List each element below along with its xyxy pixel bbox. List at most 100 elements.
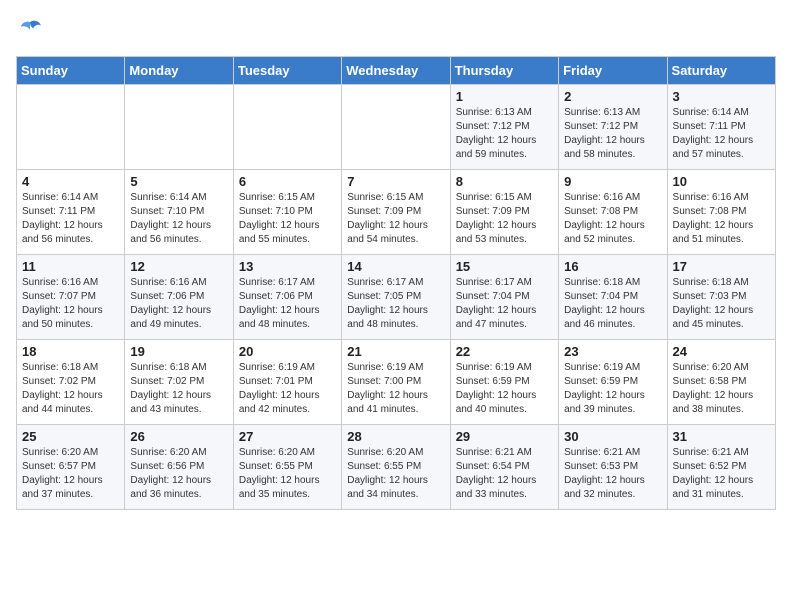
calendar-cell: 31 Sunrise: 6:21 AM Sunset: 6:52 PM Dayli…: [667, 425, 775, 510]
calendar-cell: 14 Sunrise: 6:17 AM Sunset: 7:05 PM Dayli…: [342, 255, 450, 340]
day-number: 13: [239, 259, 336, 274]
day-number: 7: [347, 174, 444, 189]
calendar-cell: 23Sunrise: 6:19 AM Sunset: 6:59 PM Dayli…: [559, 340, 667, 425]
calendar-cell: 2 Sunrise: 6:13 AM Sunset: 7:12 PM Daylig…: [559, 85, 667, 170]
day-info: Sunrise: 6:15 AM Sunset: 7:09 PM Dayligh…: [456, 191, 553, 247]
day-info: Sunrise: 6:20 AM Sunset: 6:55 PM Dayligh…: [239, 446, 336, 502]
day-number: 23: [564, 344, 661, 359]
calendar-cell: 15 Sunrise: 6:17 AM Sunset: 7:04 PM Dayli…: [450, 255, 558, 340]
calendar-cell: [233, 85, 341, 170]
day-number: 1: [456, 89, 553, 104]
day-info: Sunrise: 6:20 AM Sunset: 6:58 PM Dayligh…: [673, 361, 770, 417]
calendar-cell: 21 Sunrise: 6:19 AM Sunset: 7:00 PM Dayli…: [342, 340, 450, 425]
day-info: Sunrise: 6:20 AM Sunset: 6:55 PM Dayligh…: [347, 446, 444, 502]
calendar-cell: 11 Sunrise: 6:16 AM Sunset: 7:07 PM Dayli…: [17, 255, 125, 340]
day-of-week-header: Wednesday: [342, 57, 450, 85]
day-number: 9: [564, 174, 661, 189]
day-info: Sunrise: 6:14 AM Sunset: 7:11 PM Dayligh…: [673, 106, 770, 162]
day-info: Sunrise: 6:18 AM Sunset: 7:04 PM Dayligh…: [564, 276, 661, 332]
day-info: Sunrise: 6:17 AM Sunset: 7:04 PM Dayligh…: [456, 276, 553, 332]
logo: [16, 16, 48, 44]
day-info: Sunrise: 6:20 AM Sunset: 6:57 PM Dayligh…: [22, 446, 119, 502]
calendar-cell: [17, 85, 125, 170]
day-info: Sunrise: 6:16 AM Sunset: 7:08 PM Dayligh…: [673, 191, 770, 247]
day-info: Sunrise: 6:20 AM Sunset: 6:56 PM Dayligh…: [130, 446, 227, 502]
day-number: 22: [456, 344, 553, 359]
day-number: 15: [456, 259, 553, 274]
day-info: Sunrise: 6:18 AM Sunset: 7:03 PM Dayligh…: [673, 276, 770, 332]
calendar-cell: 16 Sunrise: 6:18 AM Sunset: 7:04 PM Dayli…: [559, 255, 667, 340]
calendar-cell: 7 Sunrise: 6:15 AM Sunset: 7:09 PM Daylig…: [342, 170, 450, 255]
calendar-table: SundayMondayTuesdayWednesdayThursdayFrid…: [16, 56, 776, 510]
day-info: Sunrise: 6:13 AM Sunset: 7:12 PM Dayligh…: [564, 106, 661, 162]
day-info: Sunrise: 6:21 AM Sunset: 6:53 PM Dayligh…: [564, 446, 661, 502]
calendar-cell: 5 Sunrise: 6:14 AM Sunset: 7:10 PM Daylig…: [125, 170, 233, 255]
calendar-cell: 22 Sunrise: 6:19 AM Sunset: 6:59 PM Dayli…: [450, 340, 558, 425]
calendar-cell: 19Sunrise: 6:18 AM Sunset: 7:02 PM Dayli…: [125, 340, 233, 425]
day-number: 2: [564, 89, 661, 104]
day-info: Sunrise: 6:18 AM Sunset: 7:02 PM Dayligh…: [22, 361, 119, 417]
day-info: Sunrise: 6:14 AM Sunset: 7:10 PM Dayligh…: [130, 191, 227, 247]
calendar-cell: 13 Sunrise: 6:17 AM Sunset: 7:06 PM Dayli…: [233, 255, 341, 340]
day-number: 20: [239, 344, 336, 359]
day-info: Sunrise: 6:13 AM Sunset: 7:12 PM Dayligh…: [456, 106, 553, 162]
calendar-cell: 26 Sunrise: 6:20 AM Sunset: 6:56 PM Dayli…: [125, 425, 233, 510]
calendar-cell: 3 Sunrise: 6:14 AM Sunset: 7:11 PM Daylig…: [667, 85, 775, 170]
day-of-week-header: Saturday: [667, 57, 775, 85]
calendar-cell: 30 Sunrise: 6:21 AM Sunset: 6:53 PM Dayli…: [559, 425, 667, 510]
day-number: 29: [456, 429, 553, 444]
day-number: 19: [130, 344, 227, 359]
calendar-cell: 1 Sunrise: 6:13 AM Sunset: 7:12 PM Daylig…: [450, 85, 558, 170]
calendar-cell: 9 Sunrise: 6:16 AM Sunset: 7:08 PM Daylig…: [559, 170, 667, 255]
day-number: 27: [239, 429, 336, 444]
day-info: Sunrise: 6:19 AM Sunset: 7:00 PM Dayligh…: [347, 361, 444, 417]
day-number: 31: [673, 429, 770, 444]
day-info: Sunrise: 6:21 AM Sunset: 6:52 PM Dayligh…: [673, 446, 770, 502]
calendar-cell: 27 Sunrise: 6:20 AM Sunset: 6:55 PM Dayli…: [233, 425, 341, 510]
calendar-week-row: 11 Sunrise: 6:16 AM Sunset: 7:07 PM Dayli…: [17, 255, 776, 340]
calendar-cell: 20 Sunrise: 6:19 AM Sunset: 7:01 PM Dayli…: [233, 340, 341, 425]
day-number: 14: [347, 259, 444, 274]
day-number: 8: [456, 174, 553, 189]
calendar-cell: 4 Sunrise: 6:14 AM Sunset: 7:11 PM Daylig…: [17, 170, 125, 255]
calendar-cell: 17Sunrise: 6:18 AM Sunset: 7:03 PM Dayli…: [667, 255, 775, 340]
day-number: 11: [22, 259, 119, 274]
day-number: 3: [673, 89, 770, 104]
calendar-cell: 25 Sunrise: 6:20 AM Sunset: 6:57 PM Dayli…: [17, 425, 125, 510]
day-info: Sunrise: 6:19 AM Sunset: 7:01 PM Dayligh…: [239, 361, 336, 417]
calendar-cell: 18 Sunrise: 6:18 AM Sunset: 7:02 PM Dayli…: [17, 340, 125, 425]
day-number: 30: [564, 429, 661, 444]
calendar-cell: 10 Sunrise: 6:16 AM Sunset: 7:08 PM Dayli…: [667, 170, 775, 255]
day-info: Sunrise: 6:17 AM Sunset: 7:05 PM Dayligh…: [347, 276, 444, 332]
day-number: 21: [347, 344, 444, 359]
calendar-cell: 6Sunrise: 6:15 AM Sunset: 7:10 PM Daylig…: [233, 170, 341, 255]
calendar-week-row: 4 Sunrise: 6:14 AM Sunset: 7:11 PM Daylig…: [17, 170, 776, 255]
day-number: 25: [22, 429, 119, 444]
calendar-cell: 29Sunrise: 6:21 AM Sunset: 6:54 PM Dayli…: [450, 425, 558, 510]
calendar-cell: 12Sunrise: 6:16 AM Sunset: 7:06 PM Dayli…: [125, 255, 233, 340]
day-info: Sunrise: 6:14 AM Sunset: 7:11 PM Dayligh…: [22, 191, 119, 247]
day-of-week-header: Friday: [559, 57, 667, 85]
day-info: Sunrise: 6:15 AM Sunset: 7:10 PM Dayligh…: [239, 191, 336, 247]
calendar-cell: [125, 85, 233, 170]
calendar-cell: 24Sunrise: 6:20 AM Sunset: 6:58 PM Dayli…: [667, 340, 775, 425]
day-number: 5: [130, 174, 227, 189]
calendar-week-row: 25 Sunrise: 6:20 AM Sunset: 6:57 PM Dayli…: [17, 425, 776, 510]
day-number: 18: [22, 344, 119, 359]
day-number: 10: [673, 174, 770, 189]
day-info: Sunrise: 6:16 AM Sunset: 7:07 PM Dayligh…: [22, 276, 119, 332]
day-info: Sunrise: 6:16 AM Sunset: 7:08 PM Dayligh…: [564, 191, 661, 247]
day-number: 26: [130, 429, 227, 444]
day-info: Sunrise: 6:19 AM Sunset: 6:59 PM Dayligh…: [456, 361, 553, 417]
page-header: [16, 16, 776, 44]
day-number: 4: [22, 174, 119, 189]
day-info: Sunrise: 6:17 AM Sunset: 7:06 PM Dayligh…: [239, 276, 336, 332]
day-number: 12: [130, 259, 227, 274]
day-of-week-header: Sunday: [17, 57, 125, 85]
day-of-week-header: Thursday: [450, 57, 558, 85]
day-of-week-header: Tuesday: [233, 57, 341, 85]
logo-icon: [16, 16, 44, 44]
day-info: Sunrise: 6:15 AM Sunset: 7:09 PM Dayligh…: [347, 191, 444, 247]
calendar-cell: 28Sunrise: 6:20 AM Sunset: 6:55 PM Dayli…: [342, 425, 450, 510]
day-number: 16: [564, 259, 661, 274]
